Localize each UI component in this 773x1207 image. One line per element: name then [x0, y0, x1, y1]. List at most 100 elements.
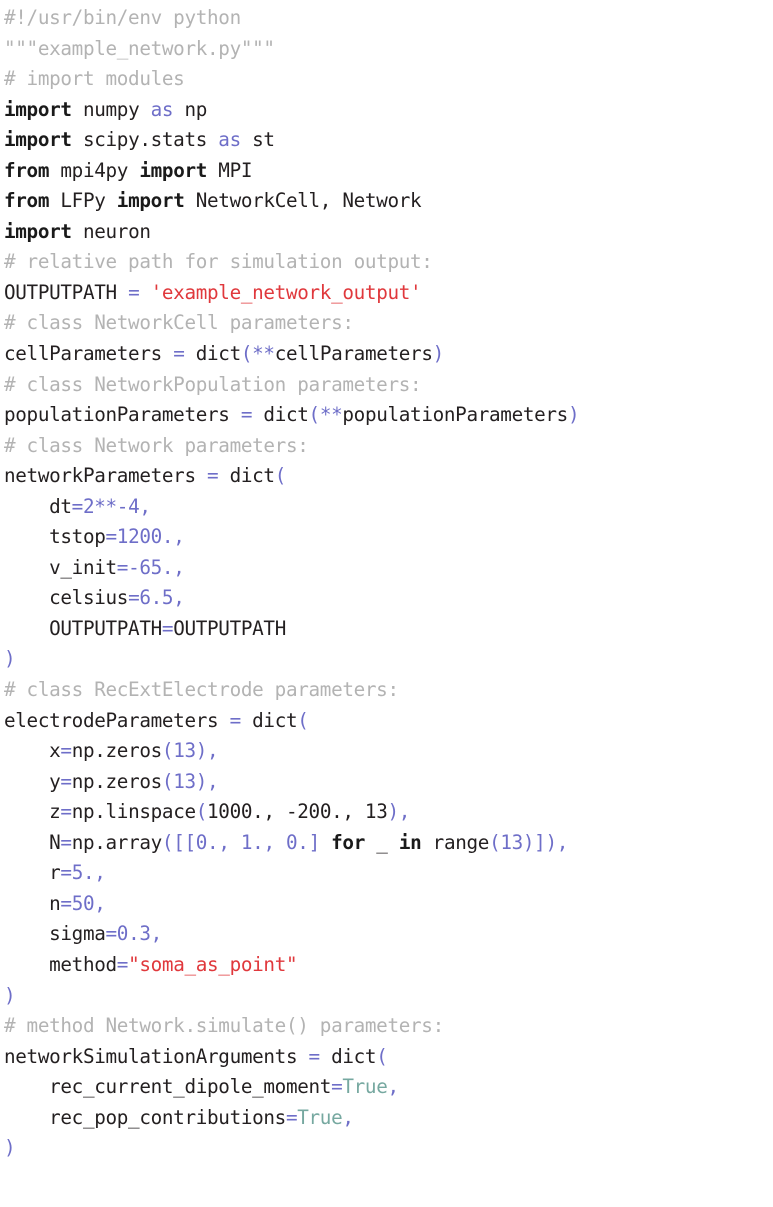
code-token-keyword: from	[4, 189, 50, 213]
code-token-punct: ),	[195, 769, 219, 793]
code-token-plain: range	[421, 830, 490, 854]
code-token-op: =	[240, 403, 253, 427]
code-line: import neuron	[4, 217, 773, 248]
code-token-num: 1200.	[116, 525, 174, 549]
code-token-string: 'example_network_output'	[150, 280, 422, 304]
code-token-plain: _	[364, 830, 399, 854]
code-line: # method Network.simulate() parameters:	[4, 1011, 773, 1042]
code-token-plain: cellParameters	[4, 342, 174, 366]
code-token-punct: (	[240, 342, 253, 366]
code-token-punct: )	[4, 1136, 16, 1160]
code-token-plain: x	[4, 739, 61, 763]
code-token-comment: # class NetworkCell parameters:	[4, 311, 354, 335]
code-line: r=5.,	[4, 858, 773, 889]
code-line: """example_network.py"""	[4, 34, 773, 65]
code-token-punct: )]),	[522, 830, 569, 854]
code-token-punct: (	[274, 464, 287, 488]
code-line: )	[4, 644, 773, 675]
code-token-op: **	[252, 342, 275, 366]
code-token-num: -65.	[128, 555, 174, 579]
code-line: OUTPUTPATH=OUTPUTPATH	[4, 614, 773, 645]
code-token-op: =	[308, 1044, 321, 1068]
code-token-plain: np.zeros	[71, 739, 163, 763]
code-token-plain: scipy.stats	[71, 128, 219, 152]
code-token-op: =	[173, 342, 185, 366]
code-token-op: =	[161, 616, 174, 640]
code-line: N=np.array([[0., 1., 0.] for _ in range(…	[4, 828, 773, 859]
code-token-plain: celsius	[4, 586, 129, 610]
code-line: networkSimulationArguments = dict(	[4, 1042, 773, 1073]
code-line: # relative path for simulation output:	[4, 247, 773, 278]
code-token-punct: (	[376, 1044, 388, 1068]
code-token-plain: 1000., -200., 13	[207, 800, 388, 824]
code-token-plain: v_init	[4, 555, 117, 579]
code-line: import scipy.stats as st	[4, 125, 773, 156]
code-token-punct: (	[297, 708, 309, 732]
code-line: dt=2**-4,	[4, 492, 773, 523]
code-token-plain: np.linspace	[71, 800, 196, 824]
code-token-plain: dict	[240, 708, 298, 732]
code-line: tstop=1200.,	[4, 522, 773, 553]
code-line: v_init=-65.,	[4, 553, 773, 584]
code-token-num: 5.	[71, 861, 95, 885]
code-token-plain: n	[4, 891, 61, 915]
code-token-op: =	[60, 830, 72, 854]
code-token-punct: )	[4, 983, 16, 1007]
code-token-punct: )	[432, 342, 445, 366]
code-token-punct: )	[567, 403, 580, 427]
code-token-punct: )	[4, 647, 16, 671]
code-token-op: =	[60, 891, 72, 915]
code-token-plain: np.zeros	[71, 769, 163, 793]
code-line: electrodeParameters = dict(	[4, 706, 773, 737]
code-token-plain: y	[4, 769, 61, 793]
code-token-plain: z	[4, 800, 61, 824]
code-token-plain: r	[4, 861, 61, 885]
code-token-punct: (	[161, 769, 174, 793]
code-line: z=np.linspace(1000., -200., 13),	[4, 797, 773, 828]
code-token-punct: ]	[308, 830, 321, 854]
code-line: )	[4, 1133, 773, 1164]
code-line: populationParameters = dict(**population…	[4, 400, 773, 431]
code-token-keyword: import	[4, 219, 72, 243]
code-token-plain: neuron	[71, 219, 151, 243]
code-token-plain: dict	[252, 403, 309, 427]
code-token-plain: populationParameters	[4, 403, 241, 427]
code-token-plain: np.array	[71, 830, 163, 854]
code-token-comment: #!/usr/bin/env python	[4, 6, 241, 29]
code-token-comment: # method Network.simulate() parameters:	[4, 1014, 444, 1038]
code-token-plain: rec_pop_contributions	[4, 1105, 286, 1129]
code-token-punct: (	[195, 800, 208, 824]
code-token-op: =	[105, 922, 118, 946]
code-token-num: 13	[500, 830, 523, 854]
code-token-punct: ,	[263, 830, 287, 854]
code-token-plain: OUTPUTPATH	[4, 616, 162, 640]
code-token-num: 0.3	[116, 922, 151, 946]
code-token-plain: cellParameters	[274, 342, 433, 366]
code-token-plain: electrodeParameters	[4, 708, 230, 732]
code-token-plain: rec_current_dipole_moment	[4, 1075, 332, 1099]
code-token-plain: OUTPUTPATH	[173, 616, 286, 640]
code-token-punct: ),	[195, 739, 219, 763]
code-token-comment: """example_network.py"""	[4, 36, 275, 60]
code-token-num: 6.5	[139, 586, 174, 610]
code-line: import numpy as np	[4, 95, 773, 126]
code-token-plain: mpi4py	[49, 158, 140, 182]
code-token-keyword: in	[398, 830, 422, 854]
code-listing: #!/usr/bin/env python """example_network.…	[4, 3, 773, 1164]
code-token-op: =	[60, 861, 72, 885]
code-token-keyword: import	[4, 128, 72, 152]
code-token-op: =	[71, 494, 84, 518]
code-token-keyword: import	[116, 189, 185, 213]
code-token-punct: ,	[173, 555, 185, 579]
code-token-string: "soma_as_point"	[128, 952, 298, 976]
code-token-punct: ,	[94, 861, 106, 885]
code-token-op: =	[116, 952, 129, 976]
code-token-punct: ,	[342, 1105, 354, 1129]
code-line: #!/usr/bin/env python	[4, 3, 773, 34]
code-token-punct: ,	[94, 891, 106, 915]
code-line: OUTPUTPATH = 'example_network_output'	[4, 278, 773, 309]
code-token-keyword: import	[4, 97, 72, 121]
code-token-plain: N	[4, 830, 61, 854]
